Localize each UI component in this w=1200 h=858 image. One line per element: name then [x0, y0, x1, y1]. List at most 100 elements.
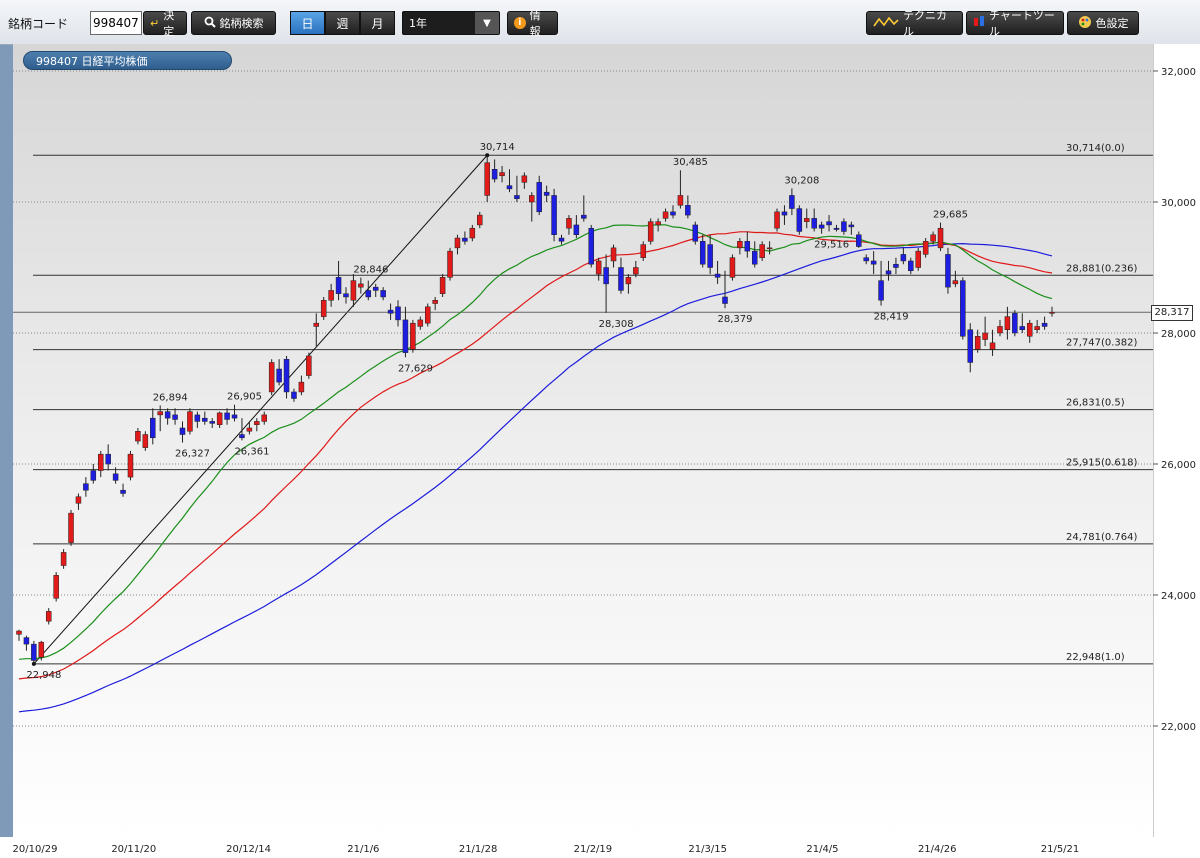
candle-down: [402, 319, 409, 353]
candle-up: [216, 412, 223, 425]
price-annotation: 29,685: [933, 210, 968, 221]
candle-down: [707, 244, 713, 268]
candle-up: [952, 280, 959, 285]
candle-down: [841, 221, 847, 232]
candle-up: [521, 175, 528, 183]
candle-down: [150, 417, 156, 439]
x-tick-label: 21/1/28: [459, 844, 498, 855]
candle-up: [595, 260, 602, 275]
candle-down: [90, 470, 97, 481]
candle-down: [722, 296, 728, 304]
candle-up: [915, 250, 921, 268]
candle-up: [97, 453, 104, 471]
candle-up: [187, 411, 193, 432]
candle-down: [395, 306, 401, 321]
price-annotation: 27,629: [398, 363, 433, 374]
candle-down: [833, 227, 840, 230]
price-annotation: 29,516: [814, 240, 849, 251]
candle-up: [350, 280, 357, 301]
candle-down: [343, 293, 349, 298]
symbol-badge[interactable]: 998407 日経平均株価: [23, 51, 232, 70]
candle-up: [447, 250, 453, 278]
y-tick-label: 28,000: [1161, 329, 1196, 340]
candle-down: [1019, 326, 1026, 330]
candle-up: [566, 218, 572, 229]
x-tick-label: 21/2/19: [574, 844, 613, 855]
candle-up: [989, 342, 996, 350]
candle-up: [328, 290, 334, 301]
candle-down: [581, 214, 587, 219]
candle-down: [908, 260, 914, 272]
candle-up: [454, 237, 461, 249]
candle-up: [469, 227, 476, 239]
price-annotation: 28,846: [353, 265, 388, 276]
candle-down: [231, 414, 238, 419]
candle-down: [83, 483, 89, 491]
candle-up: [647, 221, 654, 242]
candle-down: [558, 237, 565, 242]
current-price-tag: 28,317: [1151, 305, 1193, 321]
candle-down: [491, 169, 498, 180]
candle-down: [818, 224, 825, 229]
candle-down: [699, 241, 706, 265]
candle-up: [142, 434, 149, 448]
candle-up: [60, 552, 67, 566]
y-tick-label: 22,000: [1161, 722, 1196, 733]
candle-up: [127, 453, 134, 478]
candle-up: [737, 241, 743, 249]
candle-up: [313, 322, 320, 327]
price-annotation: 30,485: [673, 157, 708, 168]
candle-down: [380, 290, 386, 298]
candle-down: [685, 205, 691, 216]
candle-up: [625, 277, 632, 285]
x-tick-label: 21/4/5: [806, 844, 838, 855]
candle-up: [246, 427, 253, 432]
candle-down: [239, 434, 245, 439]
candle-down: [506, 185, 513, 190]
price-annotation: 30,208: [784, 175, 819, 186]
candle-down: [120, 489, 126, 494]
price-annotation: 28,379: [718, 314, 753, 325]
candle-up: [424, 306, 431, 324]
candle-up: [922, 241, 929, 255]
price-annotation: 26,894: [153, 392, 188, 403]
candle-up: [1004, 316, 1011, 330]
candle-down: [23, 637, 30, 645]
candle-up: [439, 277, 446, 294]
price-annotation: 28,308: [599, 319, 634, 330]
candle-down: [618, 267, 624, 291]
candle-up: [261, 414, 267, 422]
candle-up: [484, 162, 490, 196]
candle-up: [68, 512, 74, 543]
candle-up: [766, 247, 773, 250]
candle-up: [477, 214, 483, 226]
candle-down: [1012, 313, 1018, 334]
candle-up: [298, 381, 305, 393]
price-annotation: 26,327: [175, 449, 210, 460]
candle-up: [1026, 322, 1033, 337]
candle-up: [529, 195, 535, 203]
candle-down: [878, 280, 884, 301]
candlestick-chart[interactable]: 22,000 24,000 26,000 28,000 30,000 32,000 20/1…: [0, 0, 1200, 858]
candle-down: [670, 211, 676, 216]
candle-down: [1041, 322, 1048, 327]
candle-down: [848, 224, 855, 228]
price-annotation: 26,361: [234, 446, 269, 457]
candle-down: [276, 368, 282, 383]
candle-up: [759, 244, 765, 258]
candle-up: [268, 362, 275, 393]
candle-down: [514, 195, 520, 199]
candle-up: [804, 218, 810, 222]
candle-down: [209, 421, 215, 424]
price-annotation: 30,714: [480, 142, 515, 153]
candle-down: [967, 329, 974, 363]
candle-down: [573, 224, 580, 236]
fibonacci-label: 24,781(0.764): [1066, 532, 1138, 543]
candle-up: [16, 630, 22, 635]
y-tick-label: 32,000: [1161, 67, 1196, 78]
y-tick-label: 26,000: [1161, 460, 1196, 471]
fibonacci-label: 28,881(0.236): [1066, 263, 1138, 274]
candle-down: [744, 241, 751, 252]
candle-up: [677, 195, 684, 206]
candle-down: [789, 195, 795, 209]
